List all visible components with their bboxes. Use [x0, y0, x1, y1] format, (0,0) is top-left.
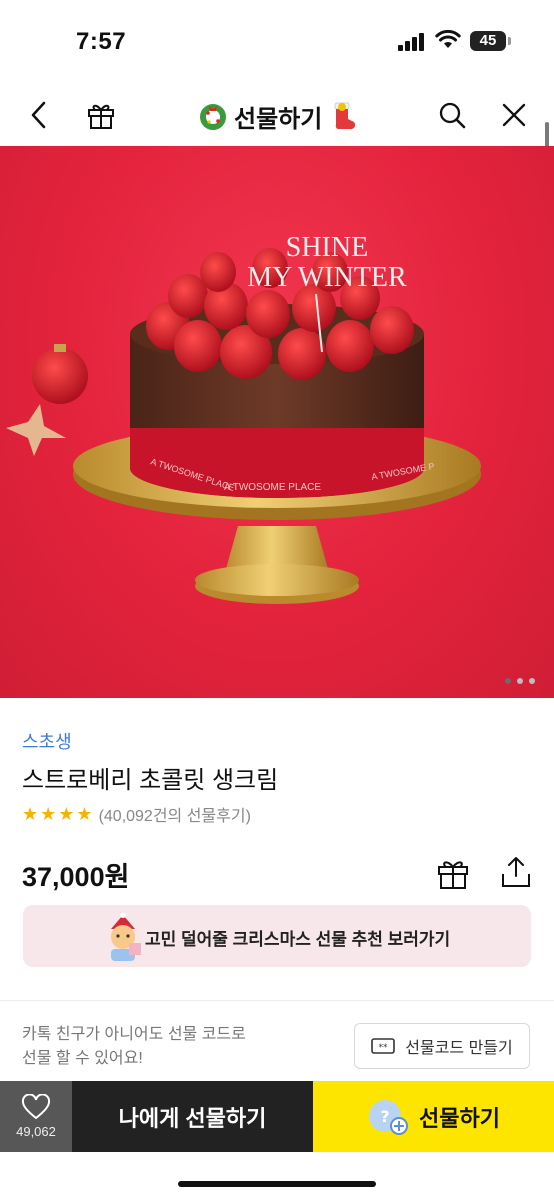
brand-link[interactable]: 스초생: [22, 728, 72, 754]
create-gift-code-button[interactable]: ** 선물코드 만들기: [354, 1023, 530, 1069]
search-icon: [439, 102, 466, 129]
chevron-left-icon: [31, 101, 46, 129]
battery-indicator: 45: [470, 31, 506, 51]
gift-icon: [88, 104, 114, 129]
christmas-wreath-icon: [200, 104, 226, 130]
friend-add-icon: ?: [369, 1099, 409, 1135]
share-icon: [502, 857, 530, 887]
status-time: 7:57: [76, 28, 127, 55]
section-divider: [0, 1000, 554, 1001]
bottom-action-bar: 49,062 나에게 선물하기 ? 선물하기: [0, 1081, 554, 1152]
gift-icon: [438, 861, 468, 889]
ticket-icon: **: [371, 1038, 396, 1054]
close-icon: [502, 103, 526, 127]
gift-box-button[interactable]: [84, 98, 118, 132]
product-image: A TWOSOME PLACE A TWOSOME PLACE A TWOSOM…: [6, 232, 481, 604]
christmas-recommend-banner[interactable]: 고민 덜어줄 크리스마스 선물 추천 보러가기: [23, 905, 531, 967]
close-button[interactable]: [497, 98, 531, 132]
gift-code-info-line1: 카톡 친구가 아니어도 선물 코드로: [22, 1026, 246, 1043]
star-icon: ★: [40, 804, 57, 824]
nav-bar: 선물하기: [0, 88, 554, 144]
heart-icon: [21, 1094, 51, 1120]
page-title: 선물하기: [234, 105, 323, 133]
rating-row[interactable]: ★ ★ ★ ★ (40,092건의 선물후기): [22, 802, 251, 826]
send-gift-label: 선물하기: [419, 1105, 500, 1131]
back-button[interactable]: [22, 98, 56, 132]
carousel-dot: [517, 678, 523, 684]
svg-text:**: **: [379, 1043, 389, 1053]
create-gift-code-label: 선물코드 만들기: [405, 1040, 513, 1057]
status-bar: 7:57 45: [0, 0, 554, 84]
topper-line-1: SHINE: [286, 232, 368, 263]
carousel-dot-active: [505, 678, 511, 684]
ribbon-text-center: A TWOSOME PLACE: [224, 482, 321, 493]
svg-text:?: ?: [380, 1107, 389, 1126]
send-gift-button[interactable]: ? 선물하기: [313, 1081, 554, 1152]
gift-code-info-line2: 선물 할 수 있어요!: [22, 1050, 143, 1067]
search-button[interactable]: [435, 98, 469, 132]
like-count: 49,062: [16, 1124, 56, 1139]
wifi-icon: [435, 30, 461, 48]
cellular-signal-icon: [398, 33, 424, 51]
nav-title: 선물하기: [198, 98, 356, 134]
carousel-dots: [505, 678, 535, 684]
home-indicator[interactable]: [178, 1181, 376, 1187]
star-icon: ★: [22, 804, 39, 824]
product-image-carousel[interactable]: A TWOSOME PLACE A TWOSOME PLACE A TWOSOM…: [0, 146, 554, 698]
like-button[interactable]: 49,062: [0, 1081, 72, 1152]
banner-text: 고민 덜어줄 크리스마스 선물 추천 보러가기: [145, 930, 451, 949]
star-icon: ★: [76, 804, 93, 824]
gift-code-info: 카톡 친구가 아니어도 선물 코드로 선물 할 수 있어요!: [22, 1023, 246, 1071]
share-button[interactable]: [500, 856, 532, 893]
review-count: (40,092건의 선물후기): [98, 808, 251, 825]
topper-line-2: MY WINTER: [247, 262, 407, 293]
carousel-dot: [529, 678, 535, 684]
christmas-stocking-icon: [334, 102, 356, 130]
gift-to-self-button[interactable]: 나에게 선물하기: [72, 1081, 313, 1152]
product-name: 스트로베리 초콜릿 생크림: [22, 767, 279, 794]
gift-to-self-label: 나에게 선물하기: [118, 1105, 267, 1131]
battery-tip: [508, 37, 511, 45]
santa-character-icon: [111, 913, 141, 961]
wishlist-gift-button[interactable]: [436, 856, 470, 895]
product-price: 37,000원: [22, 862, 130, 892]
star-icon: ★: [58, 804, 75, 824]
